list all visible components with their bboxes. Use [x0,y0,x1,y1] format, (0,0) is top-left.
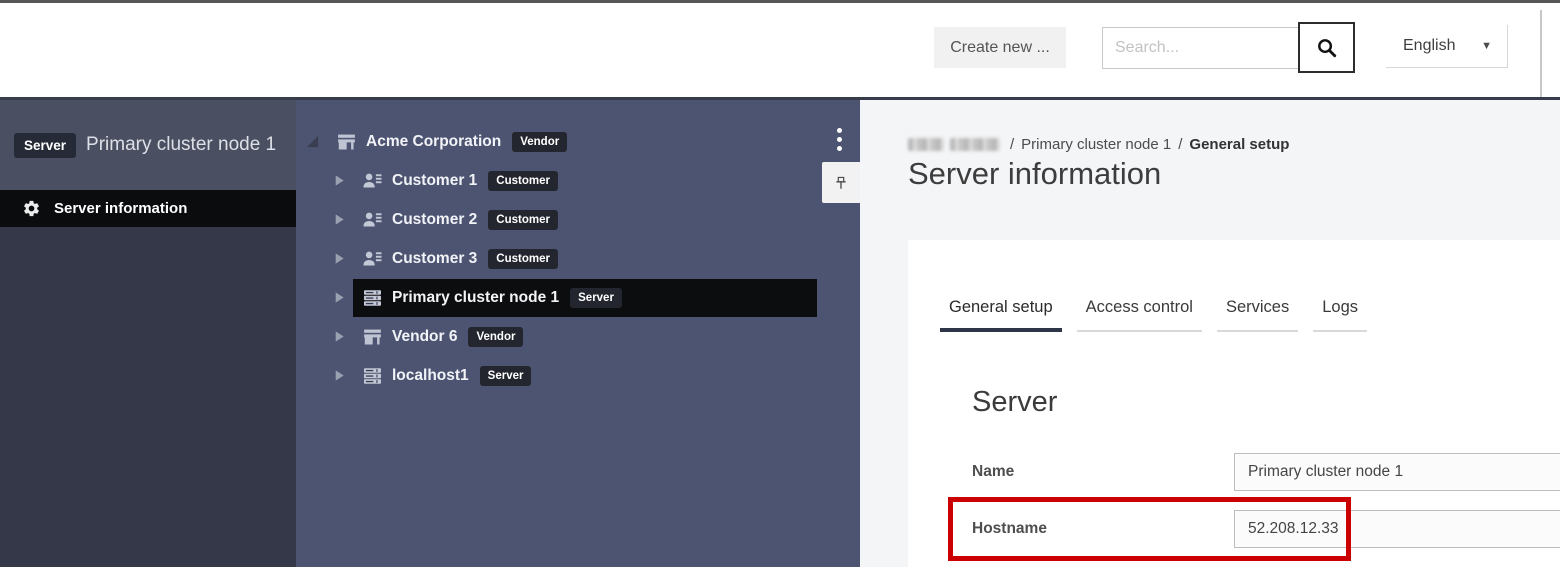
sidebar-item-label: Server information [54,200,187,217]
form-field-input[interactable] [1234,510,1560,548]
tree-row: localhost1 Server [296,356,860,395]
breadcrumb-segment[interactable]: Primary cluster node 1 [1021,136,1171,153]
main-content: / Primary cluster node 1 / General setup… [860,100,1560,567]
tab[interactable]: General setup [940,298,1062,332]
tree-row: Customer 3 Customer [296,239,860,278]
language-dropdown-value: English [1403,37,1455,55]
tree-node[interactable]: Customer 3 Customer [353,240,568,278]
expander-icon[interactable] [330,173,346,189]
form-row: Name [972,453,1560,491]
breadcrumb-segments: / Primary cluster node 1 / General setup [1003,136,1289,153]
tree-node-type-badge: Customer [488,210,558,230]
tree-node[interactable]: Customer 2 Customer [353,201,568,239]
tree-row: Customer 2 Customer [296,200,860,239]
tab-bar: General setup Access control Services Lo… [940,298,1382,332]
sidebar-object-title: Primary cluster node 1 [86,134,276,156]
tree-row: Acme Corporation Vendor [296,122,860,161]
tree-row: Customer 1 Customer [296,161,860,200]
tree-node-type-badge: Vendor [468,327,523,347]
server-icon [362,366,383,386]
form-field-label: Name [972,463,1234,481]
breadcrumb: / Primary cluster node 1 / General setup [908,136,1289,153]
expander-icon[interactable] [330,251,346,267]
customer-icon [362,249,383,269]
section-title: Server [972,386,1057,419]
expander-icon[interactable] [330,290,346,306]
page-title: Server information [908,156,1161,192]
tree-row: Vendor 6 Vendor [296,317,860,356]
pin-icon [832,174,850,192]
customer-icon [362,210,383,230]
tree-node-label: Customer 1 [392,172,477,190]
topbar: Create new ... English ▼ [0,3,1560,97]
create-new-button[interactable]: Create new ... [934,27,1066,68]
store-icon [362,327,383,347]
chevron-down-icon: ▼ [1481,40,1492,52]
tree-node-label: Customer 2 [392,211,477,229]
object-tree-panel: Acme Corporation Vendor [296,100,860,567]
tree-node-label: Customer 3 [392,250,477,268]
topbar-right-divider [1540,10,1542,100]
tree-node-type-badge: Server [480,366,532,386]
breadcrumb-separator: / [1178,136,1182,153]
tree-node[interactable]: Vendor 6 Vendor [353,318,533,356]
server-form: Name Hostname [972,453,1560,567]
content-card: General setup Access control Services Lo… [908,240,1560,567]
customer-icon [362,171,383,191]
server-icon [362,288,383,308]
tree-node-label: Acme Corporation [366,133,501,151]
tree-context-menu-icon[interactable] [835,126,844,153]
language-dropdown[interactable]: English ▼ [1386,25,1508,68]
tree-node-label: Vendor 6 [392,328,457,346]
tree-node[interactable]: localhost1 Server [353,357,541,395]
tree-node[interactable]: Acme Corporation Vendor [327,123,577,161]
form-field-label: Hostname [972,520,1234,538]
tree-node[interactable]: Primary cluster node 1 Server [353,279,817,317]
search-icon [1315,36,1338,59]
sidebar-item-server-information[interactable]: Server information [0,190,296,227]
expander-icon[interactable] [330,212,346,228]
tab[interactable]: Access control [1077,298,1202,332]
form-row: Hostname [972,510,1560,548]
expander-icon[interactable] [304,134,320,150]
tree-node-type-badge: Customer [488,171,558,191]
tree-node-label: Primary cluster node 1 [392,289,559,307]
search-input[interactable] [1102,27,1299,69]
object-type-badge: Server [14,133,76,158]
expander-icon[interactable] [330,368,346,384]
search-button[interactable] [1298,22,1355,73]
tree-row: Primary cluster node 1 Server [296,278,860,317]
expander-icon[interactable] [330,329,346,345]
tree-node-type-badge: Customer [488,249,558,269]
tab[interactable]: Services [1217,298,1298,332]
gear-icon [22,199,41,218]
tree-node-label: localhost1 [392,367,469,385]
breadcrumb-segment[interactable]: General setup [1189,136,1289,153]
tree-node-type-badge: Server [570,288,622,308]
tree-node[interactable]: Customer 1 Customer [353,162,568,200]
store-icon [336,132,357,152]
sidebar: Server Primary cluster node 1 Server inf… [0,100,296,567]
object-tree: Acme Corporation Vendor [296,100,860,395]
breadcrumb-redacted-segment [908,138,1000,151]
tab[interactable]: Logs [1313,298,1367,332]
sidebar-header: Server Primary cluster node 1 [0,100,296,190]
breadcrumb-separator: / [1010,136,1014,153]
form-field-input[interactable] [1234,453,1560,491]
tree-node-type-badge: Vendor [512,132,567,152]
pin-panel-button[interactable] [822,162,860,203]
